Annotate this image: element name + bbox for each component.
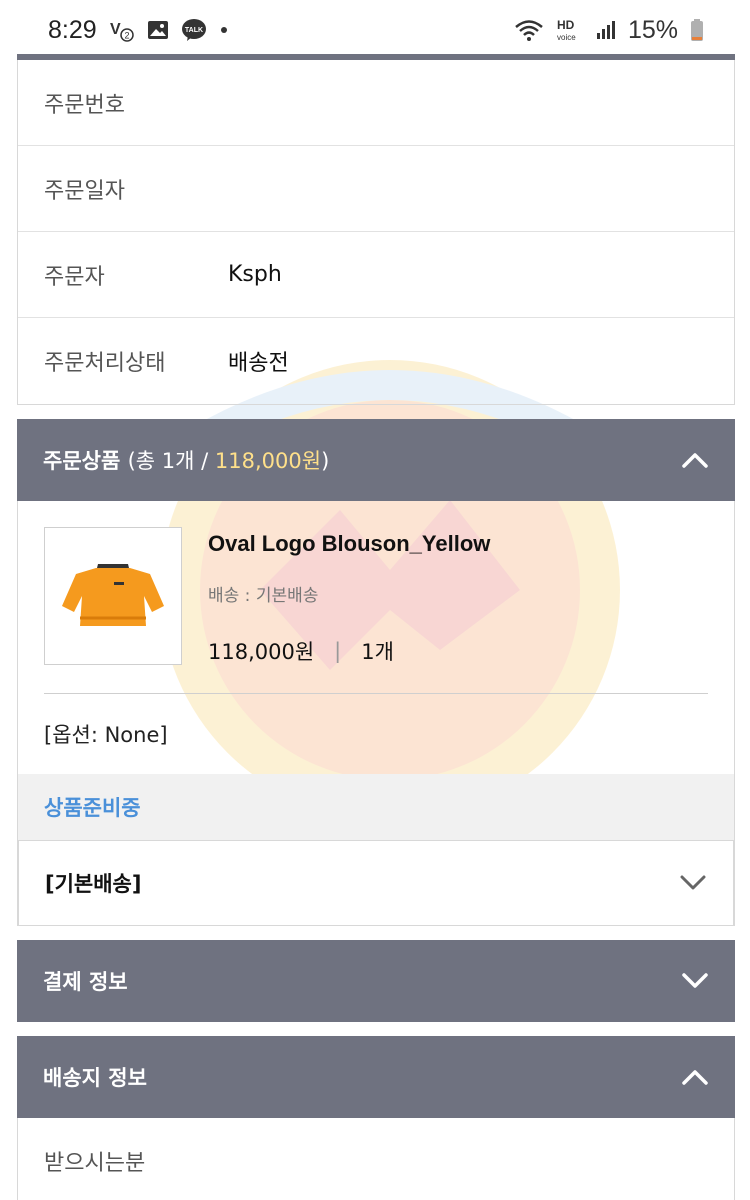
order-date-row: 주문일자 — [18, 146, 734, 232]
product-option: [옵션: None] — [44, 723, 168, 747]
status-bar-right: HD voice 15% — [514, 16, 704, 45]
product-quantity: 1개 — [361, 640, 394, 664]
order-status-label: 주문처리상태 — [44, 351, 166, 376]
price-separator: | — [334, 639, 342, 663]
wifi-icon — [514, 18, 544, 42]
basic-shipping-label: [기본배송] — [45, 872, 142, 896]
status-time: 8:29 — [48, 15, 97, 44]
order-status-row: 주문처리상태 배송전 — [18, 318, 734, 404]
product-name[interactable]: Oval Logo Blouson_Yellow — [208, 531, 490, 557]
delivery-info-header[interactable]: 배송지 정보 — [17, 1036, 735, 1118]
product-price-line: 118,000원 | 1개 — [208, 636, 490, 666]
product-thumbnail[interactable] — [44, 527, 182, 665]
recipient-label: 받으시는분 — [44, 1150, 146, 1176]
dot-icon — [219, 25, 229, 35]
product-row: Oval Logo Blouson_Yellow 배송 : 기본배송 118,0… — [18, 501, 734, 693]
chevron-down-icon[interactable] — [679, 869, 707, 897]
payment-info-header[interactable]: 결제 정보 — [17, 940, 735, 1022]
status-bar-left: 8:29 V2 TALK — [48, 16, 229, 45]
battery-icon — [690, 18, 704, 42]
product-shipping-type: 배송 : 기본배송 — [208, 586, 319, 606]
order-detail-content: 주문번호 주문일자 주문자 Ksph 주문처리상태 배송전 주문상품 (총 1개… — [17, 60, 735, 1200]
status-bar: 8:29 V2 TALK HD voice 15% — [0, 0, 750, 60]
volte-2-icon: V2 — [109, 17, 135, 43]
voice-label: voice — [557, 33, 576, 42]
ordered-products-title: 주문상품 — [43, 449, 121, 473]
kakaotalk-icon: TALK — [181, 18, 207, 42]
order-date-label: 주문일자 — [44, 178, 125, 204]
chevron-down-icon[interactable] — [681, 967, 709, 995]
recipient-row: 받으시는분 — [17, 1118, 735, 1200]
screen: 8:29 V2 TALK HD voice 15% 주문번호 주문일자 주문자 … — [0, 0, 750, 1200]
svg-text:2: 2 — [124, 31, 129, 41]
product-info: Oval Logo Blouson_Yellow 배송 : 기본배송 118,0… — [208, 527, 490, 693]
signal-icon — [596, 19, 616, 41]
chevron-up-icon[interactable] — [681, 1063, 709, 1091]
order-number-label: 주문번호 — [44, 92, 125, 118]
order-number-row: 주문번호 — [18, 60, 734, 146]
svg-text:V: V — [110, 21, 121, 38]
battery-percent: 15% — [627, 15, 678, 44]
product-price: 118,000원 — [208, 640, 315, 664]
talk-label: TALK — [185, 27, 203, 34]
ordered-products-header[interactable]: 주문상품 (총 1개 / 118,000원) — [17, 419, 735, 501]
orderer-value: Ksph — [228, 262, 282, 287]
gallery-icon — [147, 19, 169, 41]
hd-voice-icon: HD voice — [556, 17, 584, 43]
orderer-row: 주문자 Ksph — [18, 232, 734, 318]
basic-shipping-accordion[interactable]: [기본배송] — [18, 840, 734, 926]
product-item: Oval Logo Blouson_Yellow 배송 : 기본배송 118,0… — [17, 501, 735, 926]
ordered-products-close-paren: ) — [321, 449, 330, 473]
preparing-status: 상품준비중 — [18, 774, 734, 840]
payment-info-title: 결제 정보 — [43, 970, 128, 994]
chevron-up-icon[interactable] — [681, 446, 709, 474]
order-status-value: 배송전 — [228, 351, 289, 376]
yellow-jacket-image — [62, 564, 164, 626]
ordered-products-total: 118,000원 — [214, 449, 322, 473]
orderer-label: 주문자 — [44, 264, 105, 290]
ordered-products-title-group: 주문상품 (총 1개 / 118,000원) — [43, 445, 329, 475]
order-info-table: 주문번호 주문일자 주문자 Ksph 주문처리상태 배송전 — [17, 60, 735, 405]
ordered-products-count: (총 1개 / — [127, 449, 215, 473]
hd-label: HD — [557, 18, 575, 32]
delivery-info-title: 배송지 정보 — [43, 1066, 147, 1090]
